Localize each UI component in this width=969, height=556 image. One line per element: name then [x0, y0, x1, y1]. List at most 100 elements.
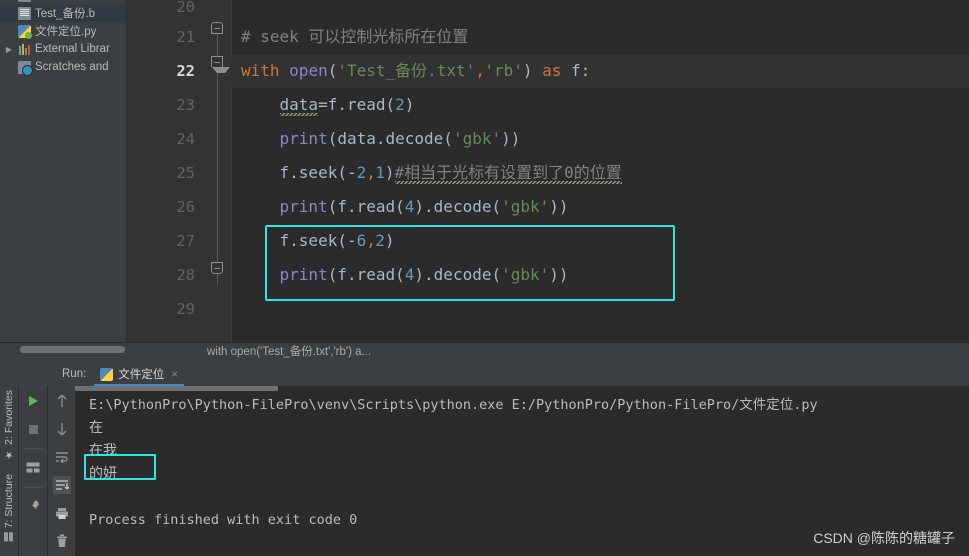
line-number: 29 [176, 300, 195, 318]
csdn-watermark: CSDN @陈陈的糖罐子 [813, 530, 955, 546]
print-icon[interactable] [53, 504, 71, 522]
tree-item-test-backup-txt[interactable]: Test_备份.b [0, 4, 126, 22]
scratches-icon [18, 60, 33, 76]
paren-close: ) [522, 61, 543, 80]
paren-close: )) [549, 197, 569, 216]
trash-icon[interactable] [53, 532, 71, 550]
fold-marker-line28[interactable] [211, 262, 223, 274]
sidebar-tab-structure[interactable]: 7: Structure [0, 474, 18, 542]
run-controls-column [19, 386, 48, 556]
line-number: 21 [176, 28, 195, 46]
function-open: open [289, 61, 328, 80]
stop-icon[interactable] [24, 420, 42, 438]
chevron-right-icon[interactable]: ▶ [4, 45, 14, 54]
string-mode: 'rb' [484, 61, 523, 80]
python-file-icon [100, 367, 114, 381]
python-file-icon [18, 24, 32, 39]
variable-data: data [279, 95, 319, 116]
down-icon[interactable] [53, 420, 71, 438]
tree-item-external-libraries[interactable]: ▶ External Librar [0, 40, 126, 58]
close-icon[interactable]: × [171, 367, 178, 381]
paren-close: ) [384, 163, 395, 182]
number-literal: 6 [356, 231, 367, 250]
code-line-27[interactable]: f.seek(-6,2) [231, 224, 969, 258]
console-line-output: 在我 [89, 443, 117, 459]
decode-call: (data.decode( [327, 129, 453, 148]
code-line-24[interactable]: print(data.decode('gbk')) [231, 122, 969, 156]
code-editor[interactable]: 20 21 22 23 24 25 26 27 28 29 # seek 可以控… [127, 0, 969, 342]
layout-icon[interactable] [24, 459, 42, 477]
fold-marker-line22[interactable] [211, 56, 230, 73]
run-tab-bar: Run: 文件定位 × [0, 362, 969, 386]
read-call: (f.read( [327, 265, 405, 284]
left-tool-window-bar: ★ 2: Favorites 7: Structure [0, 386, 19, 556]
comment-token: # seek 可以控制光标所在位置 [241, 27, 469, 46]
code-line-22[interactable]: with open('Test_备份.txt','rb') as f: [231, 54, 969, 88]
project-tree-panel[interactable]: Test.txt Test_备份.b 文件定位.py ▶ External Li… [0, 0, 127, 342]
divider [24, 448, 42, 449]
console-controls-column [48, 386, 75, 556]
code-line-26[interactable]: print(f.read(4).decode('gbk')) [231, 190, 969, 224]
read-call: (f.read( [327, 197, 405, 216]
console-horizontal-scrollbar[interactable] [75, 386, 278, 391]
paren-close: )) [549, 265, 569, 284]
string-gbk: 'gbk' [452, 129, 502, 148]
up-icon[interactable] [53, 392, 71, 410]
tree-item-label: 文件定位.py [35, 26, 97, 38]
divider [24, 487, 42, 488]
sidebar-tab-favorites[interactable]: ★ 2: Favorites [0, 390, 18, 460]
code-line-25[interactable]: f.seek(-2,1)#相当于光标有设置到了0的位置 [231, 156, 969, 190]
pin-icon[interactable] [24, 498, 42, 516]
tree-item-scratches[interactable]: Scratches and [0, 58, 126, 76]
txt-file-icon [18, 0, 31, 2]
console-output[interactable]: E:\PythonPro\Python-FilePro\venv\Scripts… [75, 386, 969, 556]
line-number-gutter: 20 21 22 23 24 25 26 27 28 29 [127, 0, 205, 342]
wrap-icon[interactable] [53, 448, 71, 466]
code-line-28[interactable]: print(f.read(4).decode('gbk')) [231, 258, 969, 292]
tree-item-label: Test.txt [35, 0, 71, 1]
code-line-20[interactable] [231, 0, 969, 20]
fold-gutter[interactable] [205, 0, 232, 342]
soft-wrap-icon[interactable] [52, 476, 71, 494]
structure-icon [4, 532, 14, 542]
top-area: Test.txt Test_备份.b 文件定位.py ▶ External Li… [0, 0, 969, 342]
code-text-area[interactable]: # seek 可以控制光标所在位置 with open('Test_备份.txt… [231, 0, 969, 342]
tree-item-label: Scratches and [35, 61, 109, 73]
number-literal: 2 [395, 95, 405, 114]
console-line-output-boxed: 的妍 [89, 466, 117, 482]
line-number: 23 [176, 96, 195, 114]
breadcrumb[interactable]: with open('Test_备份.txt','rb') a... [207, 343, 371, 362]
console-line-output: 在 [89, 420, 103, 436]
fold-marker-line21[interactable] [211, 22, 223, 34]
function-print: print [279, 265, 328, 284]
breadcrumb-strip: with open('Test_备份.txt','rb') a... [0, 342, 969, 362]
seek-call: f.seek(- [279, 163, 357, 182]
keyword-with: with [241, 61, 280, 80]
line-number: 26 [176, 198, 195, 216]
keyword-as: as [542, 61, 562, 80]
string-gbk: 'gbk' [501, 265, 550, 284]
paren-close: ) [404, 95, 415, 114]
var-f: f: [561, 61, 591, 80]
tree-horizontal-scrollbar[interactable] [20, 346, 125, 353]
number-literal: 2 [356, 163, 367, 182]
run-icon[interactable] [24, 392, 42, 410]
ide-window: Test.txt Test_备份.b 文件定位.py ▶ External Li… [0, 0, 969, 556]
sidebar-tab-label: 2: Favorites [3, 390, 15, 445]
tree-item-wenjiandingwei-py[interactable]: 文件定位.py [0, 22, 126, 40]
run-tool-window: Run: 文件定位 × ★ 2: Favorites 7: Structure [0, 362, 969, 556]
code-line-21[interactable]: # seek 可以控制光标所在位置 [231, 20, 969, 54]
code-line-29[interactable] [231, 292, 969, 326]
tree-item-label: Test_备份.b [35, 8, 96, 20]
run-tab-wenjiandingwei[interactable]: 文件定位 × [94, 362, 185, 386]
line-number: 28 [176, 266, 195, 284]
comment-token: #相当于光标有设置到了0的位置 [394, 163, 622, 184]
project-tree-rows: Test.txt Test_备份.b 文件定位.py ▶ External Li… [0, 0, 126, 76]
line-number: 20 [176, 0, 195, 16]
code-line-23[interactable]: data=f.read(2) [231, 88, 969, 122]
